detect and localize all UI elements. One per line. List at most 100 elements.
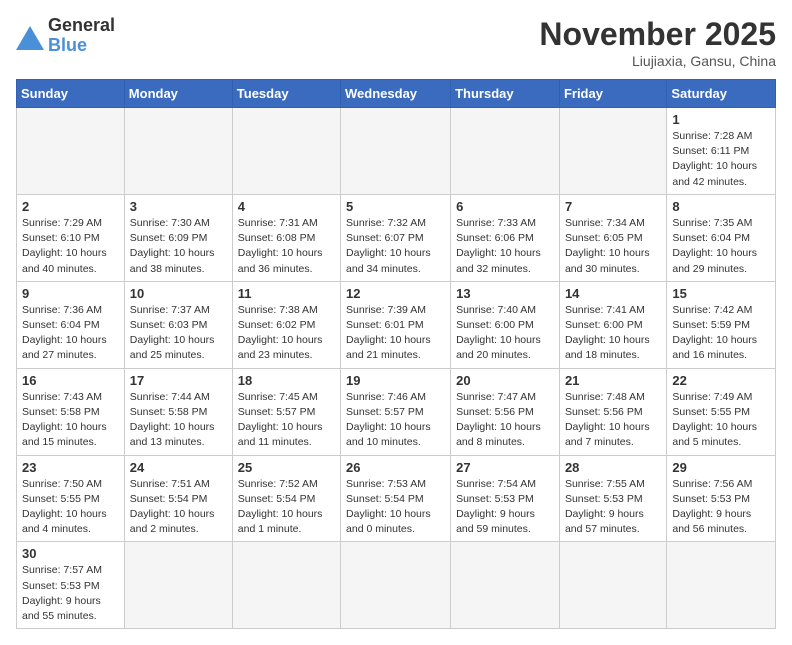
- day-info: Sunrise: 7:36 AM Sunset: 6:04 PM Dayligh…: [22, 303, 119, 364]
- calendar-cell: 24 Sunrise: 7:51 AM Sunset: 5:54 PM Dayli…: [124, 455, 232, 542]
- day-header-monday: Monday: [124, 80, 232, 108]
- day-number: 2: [22, 199, 119, 214]
- title-block: November 2025 Liujiaxia, Gansu, China: [539, 16, 776, 69]
- day-info: Sunrise: 7:57 AM Sunset: 5:53 PM Dayligh…: [22, 563, 119, 624]
- day-number: 8: [672, 199, 770, 214]
- calendar-cell: 10 Sunrise: 7:37 AM Sunset: 6:03 PM Dayli…: [124, 281, 232, 368]
- calendar-cell: 20 Sunrise: 7:47 AM Sunset: 5:56 PM Dayli…: [451, 368, 560, 455]
- day-number: 11: [238, 286, 335, 301]
- calendar-cell: [341, 542, 451, 629]
- day-header-friday: Friday: [559, 80, 666, 108]
- calendar-header-row: SundayMondayTuesdayWednesdayThursdayFrid…: [17, 80, 776, 108]
- day-number: 17: [130, 373, 227, 388]
- calendar-cell: 29 Sunrise: 7:56 AM Sunset: 5:53 PM Dayli…: [667, 455, 776, 542]
- day-number: 4: [238, 199, 335, 214]
- day-number: 16: [22, 373, 119, 388]
- calendar-cell: 4 Sunrise: 7:31 AM Sunset: 6:08 PM Daylig…: [232, 194, 340, 281]
- day-number: 28: [565, 460, 661, 475]
- day-number: 5: [346, 199, 445, 214]
- calendar-cell: 28Sunrise: 7:55 AM Sunset: 5:53 PM Dayli…: [559, 455, 666, 542]
- day-info: Sunrise: 7:50 AM Sunset: 5:55 PM Dayligh…: [22, 477, 119, 538]
- day-info: Sunrise: 7:30 AM Sunset: 6:09 PM Dayligh…: [130, 216, 227, 277]
- calendar-week-row: 9 Sunrise: 7:36 AM Sunset: 6:04 PM Daylig…: [17, 281, 776, 368]
- calendar-cell: 25 Sunrise: 7:52 AM Sunset: 5:54 PM Dayli…: [232, 455, 340, 542]
- calendar-cell: 11 Sunrise: 7:38 AM Sunset: 6:02 PM Dayli…: [232, 281, 340, 368]
- calendar-cell: [451, 108, 560, 195]
- calendar-cell: 19Sunrise: 7:46 AM Sunset: 5:57 PM Dayli…: [341, 368, 451, 455]
- day-number: 21: [565, 373, 661, 388]
- calendar-cell: [451, 542, 560, 629]
- logo-text: GeneralBlue: [48, 16, 115, 56]
- day-number: 29: [672, 460, 770, 475]
- month-title: November 2025: [539, 16, 776, 53]
- day-number: 6: [456, 199, 554, 214]
- day-number: 20: [456, 373, 554, 388]
- day-header-wednesday: Wednesday: [341, 80, 451, 108]
- calendar-cell: 16Sunrise: 7:43 AM Sunset: 5:58 PM Dayli…: [17, 368, 125, 455]
- calendar-cell: [232, 108, 340, 195]
- calendar-cell: [124, 542, 232, 629]
- day-number: 24: [130, 460, 227, 475]
- calendar-cell: 15 Sunrise: 7:42 AM Sunset: 5:59 PM Dayli…: [667, 281, 776, 368]
- day-info: Sunrise: 7:46 AM Sunset: 5:57 PM Dayligh…: [346, 390, 445, 451]
- day-info: Sunrise: 7:40 AM Sunset: 6:00 PM Dayligh…: [456, 303, 554, 364]
- day-info: Sunrise: 7:41 AM Sunset: 6:00 PM Dayligh…: [565, 303, 661, 364]
- calendar-cell: 21 Sunrise: 7:48 AM Sunset: 5:56 PM Dayli…: [559, 368, 666, 455]
- day-number: 9: [22, 286, 119, 301]
- day-number: 30: [22, 546, 119, 561]
- day-info: Sunrise: 7:31 AM Sunset: 6:08 PM Dayligh…: [238, 216, 335, 277]
- day-number: 12: [346, 286, 445, 301]
- calendar-cell: 2Sunrise: 7:29 AM Sunset: 6:10 PM Daylig…: [17, 194, 125, 281]
- day-info: Sunrise: 7:38 AM Sunset: 6:02 PM Dayligh…: [238, 303, 335, 364]
- calendar-cell: 30 Sunrise: 7:57 AM Sunset: 5:53 PM Dayli…: [17, 542, 125, 629]
- day-header-sunday: Sunday: [17, 80, 125, 108]
- day-number: 10: [130, 286, 227, 301]
- calendar-cell: [232, 542, 340, 629]
- day-number: 14: [565, 286, 661, 301]
- calendar-cell: [667, 542, 776, 629]
- day-info: Sunrise: 7:52 AM Sunset: 5:54 PM Dayligh…: [238, 477, 335, 538]
- day-info: Sunrise: 7:35 AM Sunset: 6:04 PM Dayligh…: [672, 216, 770, 277]
- day-number: 25: [238, 460, 335, 475]
- calendar-cell: 26Sunrise: 7:53 AM Sunset: 5:54 PM Dayli…: [341, 455, 451, 542]
- day-info: Sunrise: 7:37 AM Sunset: 6:03 PM Dayligh…: [130, 303, 227, 364]
- day-info: Sunrise: 7:34 AM Sunset: 6:05 PM Dayligh…: [565, 216, 661, 277]
- calendar-cell: 7 Sunrise: 7:34 AM Sunset: 6:05 PM Daylig…: [559, 194, 666, 281]
- page-header: GeneralBlue November 2025 Liujiaxia, Gan…: [16, 16, 776, 69]
- day-number: 15: [672, 286, 770, 301]
- calendar-cell: 9 Sunrise: 7:36 AM Sunset: 6:04 PM Daylig…: [17, 281, 125, 368]
- calendar-cell: 14 Sunrise: 7:41 AM Sunset: 6:00 PM Dayli…: [559, 281, 666, 368]
- day-info: Sunrise: 7:48 AM Sunset: 5:56 PM Dayligh…: [565, 390, 661, 451]
- calendar-cell: 5 Sunrise: 7:32 AM Sunset: 6:07 PM Daylig…: [341, 194, 451, 281]
- day-info: Sunrise: 7:56 AM Sunset: 5:53 PM Dayligh…: [672, 477, 770, 538]
- day-info: Sunrise: 7:53 AM Sunset: 5:54 PM Dayligh…: [346, 477, 445, 538]
- day-number: 1: [672, 112, 770, 127]
- calendar-cell: 18 Sunrise: 7:45 AM Sunset: 5:57 PM Dayli…: [232, 368, 340, 455]
- calendar-week-row: 1Sunrise: 7:28 AM Sunset: 6:11 PM Daylig…: [17, 108, 776, 195]
- calendar-week-row: 30 Sunrise: 7:57 AM Sunset: 5:53 PM Dayli…: [17, 542, 776, 629]
- day-info: Sunrise: 7:42 AM Sunset: 5:59 PM Dayligh…: [672, 303, 770, 364]
- day-number: 18: [238, 373, 335, 388]
- location: Liujiaxia, Gansu, China: [539, 53, 776, 69]
- day-number: 7: [565, 199, 661, 214]
- day-header-tuesday: Tuesday: [232, 80, 340, 108]
- calendar-week-row: 2Sunrise: 7:29 AM Sunset: 6:10 PM Daylig…: [17, 194, 776, 281]
- day-info: Sunrise: 7:32 AM Sunset: 6:07 PM Dayligh…: [346, 216, 445, 277]
- calendar-cell: 27Sunrise: 7:54 AM Sunset: 5:53 PM Dayli…: [451, 455, 560, 542]
- calendar-week-row: 23Sunrise: 7:50 AM Sunset: 5:55 PM Dayli…: [17, 455, 776, 542]
- day-info: Sunrise: 7:45 AM Sunset: 5:57 PM Dayligh…: [238, 390, 335, 451]
- calendar-cell: 23Sunrise: 7:50 AM Sunset: 5:55 PM Dayli…: [17, 455, 125, 542]
- logo: GeneralBlue: [16, 16, 115, 56]
- day-number: 22: [672, 373, 770, 388]
- day-info: Sunrise: 7:47 AM Sunset: 5:56 PM Dayligh…: [456, 390, 554, 451]
- calendar-cell: 3Sunrise: 7:30 AM Sunset: 6:09 PM Daylig…: [124, 194, 232, 281]
- calendar-cell: [559, 542, 666, 629]
- calendar-cell: [17, 108, 125, 195]
- day-info: Sunrise: 7:51 AM Sunset: 5:54 PM Dayligh…: [130, 477, 227, 538]
- calendar-cell: 12Sunrise: 7:39 AM Sunset: 6:01 PM Dayli…: [341, 281, 451, 368]
- calendar-cell: 1Sunrise: 7:28 AM Sunset: 6:11 PM Daylig…: [667, 108, 776, 195]
- calendar-cell: 8 Sunrise: 7:35 AM Sunset: 6:04 PM Daylig…: [667, 194, 776, 281]
- day-info: Sunrise: 7:54 AM Sunset: 5:53 PM Dayligh…: [456, 477, 554, 538]
- day-header-saturday: Saturday: [667, 80, 776, 108]
- calendar-week-row: 16Sunrise: 7:43 AM Sunset: 5:58 PM Dayli…: [17, 368, 776, 455]
